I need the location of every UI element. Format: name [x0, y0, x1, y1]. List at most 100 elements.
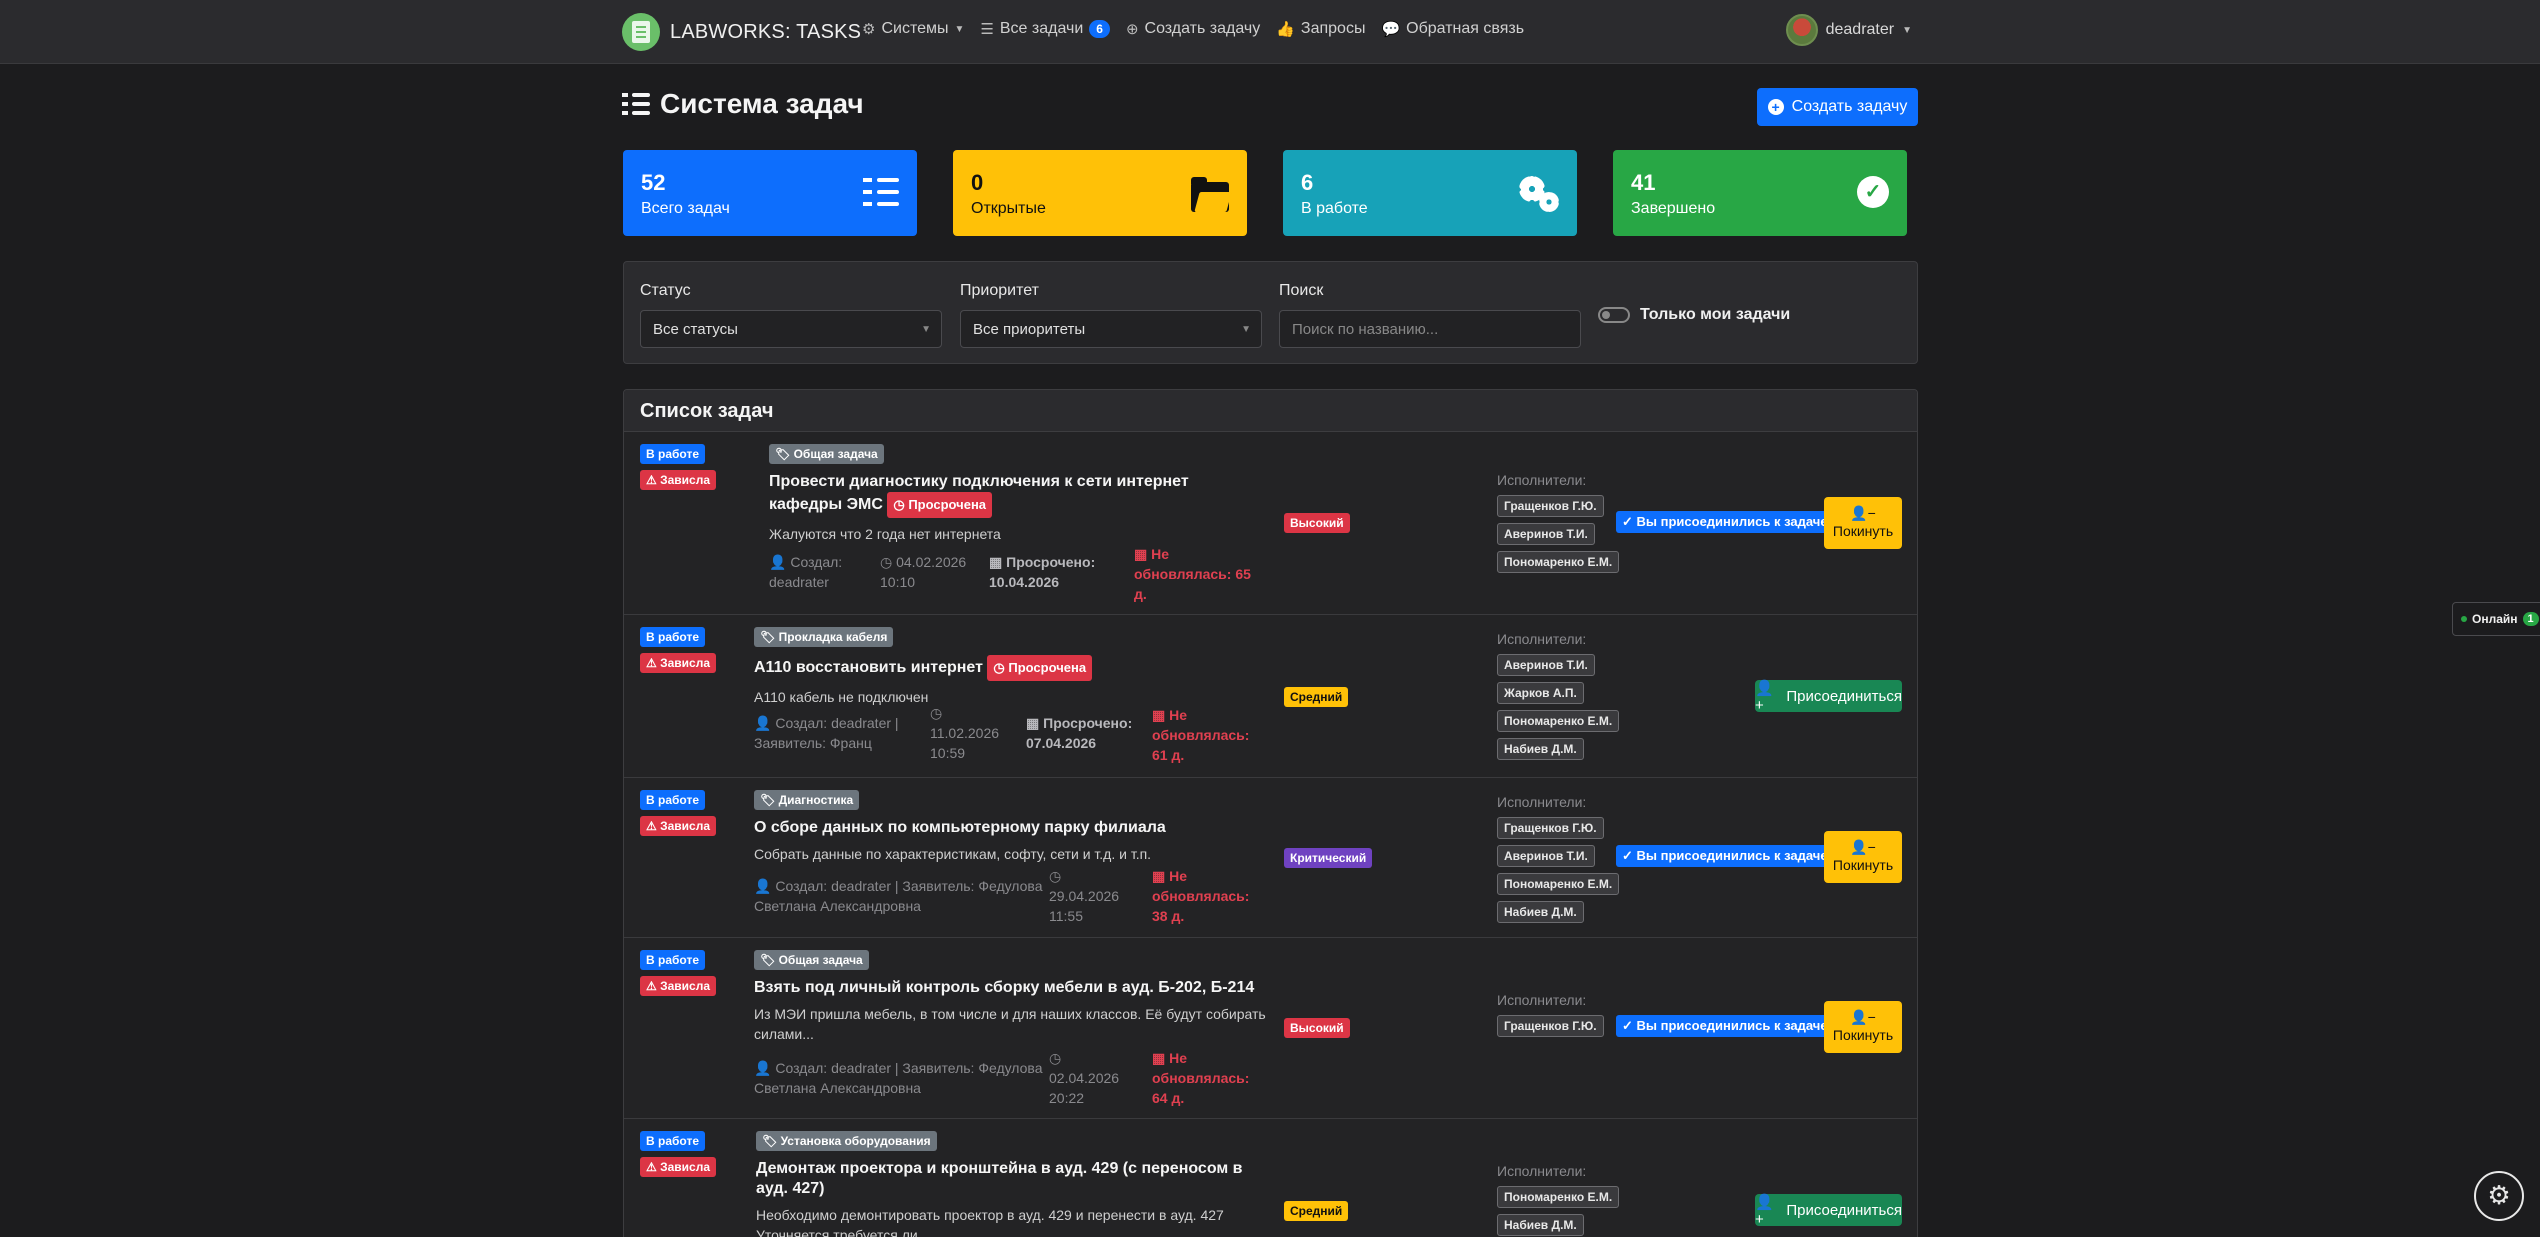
- priority-badge: Высокий: [1284, 1018, 1350, 1038]
- task-title[interactable]: О сборе данных по компьютерному парку фи…: [754, 818, 1254, 838]
- executors-label: Исполнители:: [1497, 992, 1587, 1008]
- nav-create-task-label: Создать задачу: [1144, 20, 1261, 37]
- nav-all-tasks-label: Все задачи: [999, 20, 1084, 37]
- task-title[interactable]: Провести диагностику подключения к сети …: [769, 472, 1249, 518]
- task-row[interactable]: В работе ⚠ Зависла 🏷 Общая задача Провес…: [624, 432, 1917, 615]
- executor-badge: Жарков А.П.: [1497, 682, 1584, 704]
- task-row[interactable]: В работе ⚠ Зависла 🏷 Прокладка кабеля А1…: [624, 615, 1917, 778]
- avatar: [1785, 14, 1818, 46]
- user-plus-icon: 👤+: [1755, 1193, 1774, 1228]
- joined-badge: ✓ Вы присоединились к задаче: [1616, 1015, 1834, 1037]
- status-badge: В работе: [640, 1131, 705, 1151]
- task-title[interactable]: Демонтаж проектора и кронштейна в ауд. 4…: [756, 1159, 1256, 1199]
- user-minus-icon: 👤−: [1850, 839, 1876, 855]
- stat-total-label: Всего задач: [641, 200, 730, 217]
- leave-button[interactable]: 👤− Покинуть: [1824, 1001, 1902, 1053]
- join-button[interactable]: 👤+ Присоединиться: [1755, 680, 1902, 714]
- priority-select[interactable]: Все приоритеты ▼: [960, 310, 1262, 348]
- stat-completed[interactable]: 41 Завершено ✓: [1613, 150, 1907, 236]
- stat-total-value: 52: [641, 170, 666, 195]
- executor-badge: Пономаренко Е.М.: [1497, 1186, 1620, 1208]
- online-indicator[interactable]: Онлайн 1: [2452, 602, 2540, 636]
- user-minus-icon: 👤−: [1850, 1009, 1876, 1025]
- stat-total[interactable]: 52 Всего задач: [623, 150, 917, 236]
- task-row[interactable]: В работе ⚠ Зависла 🏷 Общая задача Взять …: [624, 938, 1917, 1119]
- leave-button[interactable]: 👤− Покинуть: [1824, 831, 1902, 883]
- task-description: Жалуются что 2 года нет интернета: [769, 526, 1001, 542]
- my-tasks-label: Только мои задачи: [1640, 306, 1791, 323]
- clock-icon: ◷: [930, 705, 943, 721]
- nav-systems[interactable]: ⚙ Системы ▼: [862, 20, 964, 38]
- main-nav: ⚙ Системы ▼ ☰ Все задачи 6 ⊕ Создать зад…: [862, 20, 1524, 38]
- task-due: ▦ Просрочено: 07.04.2026: [1026, 715, 1133, 751]
- executors-label: Исполнители:: [1497, 631, 1587, 647]
- user-minus-icon: 👤−: [1850, 505, 1876, 521]
- task-row[interactable]: В работе ⚠ Зависла 🏷 Диагностика О сборе…: [624, 778, 1917, 938]
- user-icon: 👤: [769, 554, 787, 570]
- calendar-x-icon: ▦: [1134, 546, 1148, 562]
- executor-badge: Гращенков Г.Ю.: [1497, 1015, 1604, 1037]
- executors-label: Исполнители:: [1497, 794, 1587, 810]
- task-title[interactable]: Взять под личный контроль сборку мебели …: [754, 978, 1274, 998]
- plus-circle-icon: +: [1767, 99, 1784, 115]
- stuck-badge: ⚠ Зависла: [640, 1157, 717, 1177]
- calendar-x-icon: ▦: [1152, 1050, 1166, 1066]
- tasks-count-badge: 6: [1089, 20, 1110, 38]
- stat-open[interactable]: 0 Открытые: [953, 150, 1247, 236]
- my-tasks-toggle[interactable]: Только мои задачи: [1598, 306, 1790, 324]
- online-dot-icon: [2461, 616, 2467, 622]
- chevron-down-icon: ▼: [921, 324, 931, 335]
- task-list-icon: [622, 91, 650, 117]
- join-button[interactable]: 👤+ Присоединиться: [1755, 1193, 1902, 1228]
- task-row[interactable]: В работе ⚠ Зависла 🏷 Установка оборудова…: [624, 1119, 1917, 1237]
- chevron-down-icon: ▼: [1241, 324, 1251, 335]
- executor-badge: Аверинов Т.И.: [1497, 523, 1595, 545]
- tag-icon: 🏷: [760, 630, 776, 644]
- nav-all-tasks[interactable]: ☰ Все задачи 6: [980, 20, 1110, 38]
- search-input[interactable]: Поиск по названию...: [1279, 310, 1581, 348]
- tag-icon: 🏷: [762, 1134, 778, 1148]
- toggle-switch[interactable]: [1598, 307, 1630, 323]
- user-menu[interactable]: deadrater ▼: [1785, 14, 1912, 46]
- nav-feedback-label: Обратная связь: [1406, 20, 1525, 37]
- brand[interactable]: LABWORKS: TASKS: [622, 12, 861, 52]
- stat-completed-value: 41: [1631, 170, 1656, 195]
- category-badge: 🏷 Общая задача: [769, 444, 884, 464]
- online-count: 1: [2522, 612, 2539, 626]
- executor-badge: Гращенков Г.Ю.: [1497, 817, 1604, 839]
- nav-create-task[interactable]: ⊕ Создать задачу: [1126, 20, 1260, 38]
- user-icon: 👤: [754, 1060, 772, 1076]
- folder-open-icon: [1191, 177, 1229, 212]
- task-description: Из МЭИ пришла мебель, в том числе и для …: [754, 1006, 1266, 1042]
- comments-icon: 💬: [1381, 21, 1401, 38]
- status-select-value: Все статусы: [653, 321, 738, 338]
- stuck-badge: ⚠ Зависла: [640, 653, 717, 673]
- executor-badge: Аверинов Т.И.: [1497, 654, 1595, 676]
- nav-requests[interactable]: 👍 Запросы: [1276, 20, 1365, 38]
- executor-badge: Пономаренко Е.М.: [1497, 710, 1620, 732]
- task-list-icon: [863, 176, 899, 208]
- status-badge: В работе: [640, 444, 705, 464]
- check-circle-icon: ✓: [1857, 176, 1889, 208]
- task-date: ◷ 11.02.2026 10:59: [930, 705, 1000, 761]
- priority-select-value: Все приоритеты: [973, 321, 1086, 338]
- status-select[interactable]: Все статусы ▼: [640, 310, 942, 348]
- overdue-badge: ◷ Просрочена: [987, 655, 1093, 681]
- task-title[interactable]: А110 восстановить интернет ◷ Просрочена: [754, 655, 1254, 681]
- calendar-icon: ▦: [1026, 715, 1040, 731]
- nav-feedback[interactable]: 💬 Обратная связь: [1381, 20, 1524, 38]
- calendar-icon: ▦: [989, 554, 1003, 570]
- stat-in-progress[interactable]: 6 В работе: [1283, 150, 1577, 236]
- stale-indicator: ▦ Не обновлялась: 64 д.: [1152, 1050, 1250, 1106]
- brand-text: LABWORKS: TASKS: [670, 20, 862, 43]
- logo-icon: [622, 13, 660, 51]
- leave-button[interactable]: 👤− Покинуть: [1824, 497, 1902, 549]
- create-task-button[interactable]: + Создать задачу: [1757, 88, 1918, 126]
- executor-badge: Набиев Д.М.: [1497, 901, 1584, 923]
- task-list: Список задач В работе ⚠ Зависла 🏷 Общая …: [623, 389, 1918, 1237]
- settings-gear-button[interactable]: ⚙: [2474, 1171, 2524, 1221]
- status-badge: В работе: [640, 950, 705, 970]
- task-list-title: Список задач: [624, 390, 1917, 432]
- task-due: ▦ Просрочено: 10.04.2026: [989, 554, 1096, 590]
- joined-badge: ✓ Вы присоединились к задаче: [1616, 511, 1834, 533]
